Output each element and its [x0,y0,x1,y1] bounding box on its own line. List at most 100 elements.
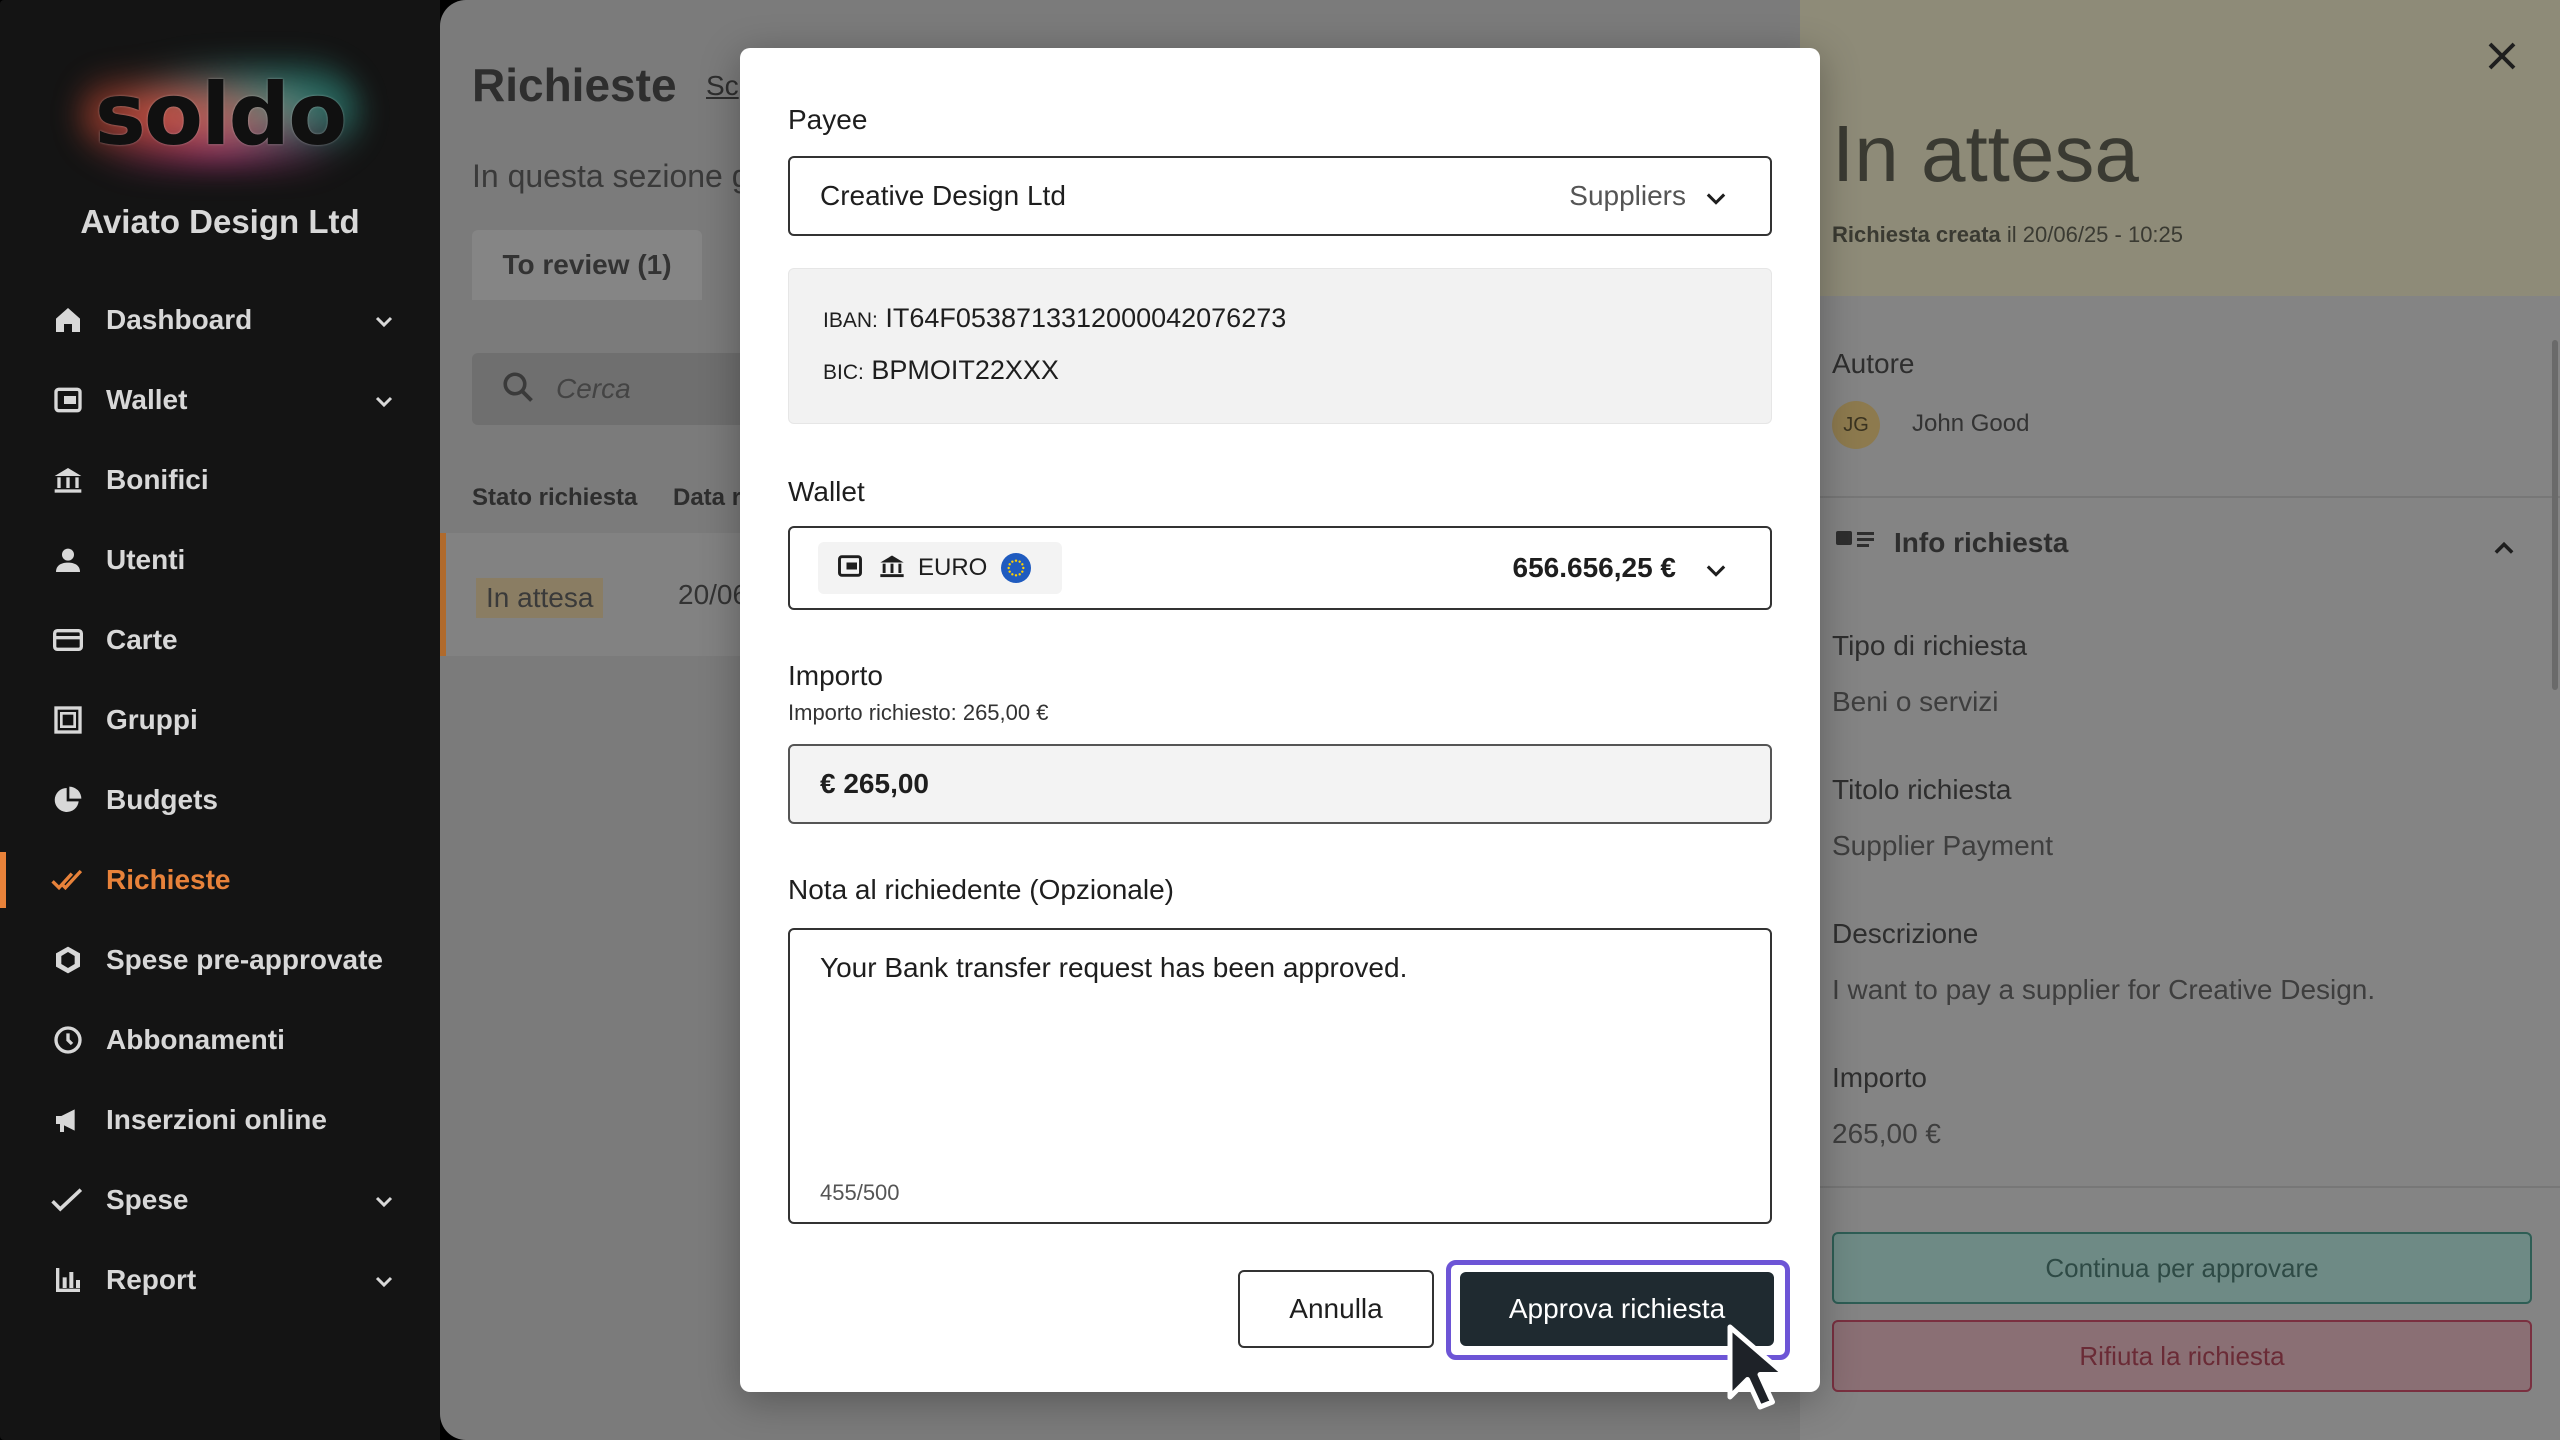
bic-value: BPMOIT22XXX [871,355,1059,385]
approve-modal: Payee Creative Design Ltd Suppliers IBAN… [740,48,1820,1392]
sidebar-item-dashboard[interactable]: Dashboard [0,280,440,360]
sidebar-item-label: Bonifici [106,464,209,495]
column-header-date[interactable]: Data r [673,484,741,512]
column-header-status[interactable]: Stato richiesta [472,484,637,512]
request-status-title: In attesa [1832,109,2139,198]
reject-button[interactable]: Rifiuta la richiesta [1832,1320,2532,1392]
wallet-chip: EURO [818,542,1062,594]
sidebar-item-label: Report [106,1264,197,1295]
field-label: Importo [1832,1062,1927,1093]
author-label: Autore [1832,348,1915,379]
bank-icon [878,552,906,585]
hexagon-icon [50,942,86,978]
search-placeholder: Cerca [556,373,631,404]
check-double-icon [50,862,86,898]
author-name: John Good [1912,410,2030,437]
sidebar-item-inserzioni-online[interactable]: Inserzioni online [0,1080,440,1160]
field-value: Beni o servizi [1832,686,1999,717]
sidebar-item-bonifici[interactable]: Bonifici [0,440,440,520]
bank-icon [50,462,86,498]
chevron-down-icon [372,1268,396,1300]
sidebar-item-gruppi[interactable]: Gruppi [0,680,440,760]
sidebar-item-spese-pre-approvate[interactable]: Spese pre-approvate [0,920,440,1000]
payee-select[interactable]: Creative Design Ltd Suppliers [788,156,1772,236]
field-label: Tipo di richiesta [1832,630,2028,661]
sidebar-item-label: Carte [106,624,178,655]
megaphone-icon [50,1102,86,1138]
wallet-label: Wallet [788,476,865,507]
payee-value: Creative Design Ltd [820,180,1066,211]
scrollbar[interactable] [2552,340,2558,690]
created-label: Richiesta creata [1832,222,2001,247]
note-textarea[interactable]: Your Bank transfer request has been appr… [788,928,1772,1224]
info-section-title: Info richiesta [1894,527,2069,558]
bar-chart-icon [50,1262,86,1298]
note-label: Nota al richiedente (Opzionale) [788,874,1174,905]
panel-header: In attesa Richiesta creata il 20/06/25 -… [1800,0,2560,296]
bank-details: IBAN: IT64F0538713312000042076273 BIC: B… [788,268,1772,424]
wallet-currency: EURO [918,554,988,581]
chevron-down-icon [1702,184,1730,219]
iban-line: IBAN: IT64F0538713312000042076273 [823,303,1286,334]
chevron-down-icon [372,1188,396,1220]
logo-text: soldo [94,65,347,165]
bic-line: BIC: BPMOIT22XXX [823,355,1059,386]
sidebar-item-label: Spese pre-approvate [106,944,383,975]
chevron-down-icon [372,388,396,420]
page-subtitle: In questa sezione g [472,158,750,194]
chevron-down-icon [1702,556,1730,589]
cancel-button[interactable]: Annulla [1238,1270,1434,1348]
sidebar-item-report[interactable]: Report [0,1240,440,1320]
amount-input[interactable]: € 265,00 [788,744,1772,824]
cards-icon [50,622,86,658]
sidebar-item-label: Abbonamenti [106,1024,285,1055]
wallet-icon [50,382,86,418]
sidebar-item-label: Spese [106,1184,189,1215]
sidebar-item-wallet[interactable]: Wallet [0,360,440,440]
sidebar-item-utenti[interactable]: Utenti [0,520,440,600]
pie-icon [50,782,86,818]
wallet-balance: 656.656,25 € [1512,552,1677,583]
clock-icon [50,1022,86,1058]
chevron-up-icon[interactable] [2490,535,2518,568]
request-detail-panel: In attesa Richiesta creata il 20/06/25 -… [1800,0,2560,1440]
continue-approve-button[interactable]: Continua per approvare [1832,1232,2532,1304]
search-icon [500,369,536,410]
soldo-logo[interactable]: soldo [60,50,380,180]
wallet-select[interactable]: EURO 656.656,25 € [788,526,1772,610]
sidebar-item-label: Dashboard [106,304,253,335]
check-icon [50,1182,86,1218]
created-info: Richiesta creata il 20/06/25 - 10:25 [1832,222,2183,248]
field-label: Descrizione [1832,918,1979,949]
sidebar-item-carte[interactable]: Carte [0,600,440,680]
created-value: il 20/06/25 - 10:25 [2006,222,2184,247]
payee-label: Payee [788,104,868,135]
info-section-header[interactable]: Info richiesta [1836,527,2068,559]
field-value: Supplier Payment [1832,830,2054,861]
divider [1818,1186,2560,1188]
page-title-link[interactable]: Sc [706,70,739,102]
avatar: JG [1832,401,1880,449]
bic-label: BIC: [823,361,864,384]
id-card-icon [1836,527,1876,559]
sidebar-item-abbonamenti[interactable]: Abbonamenti [0,1000,440,1080]
sidebar-item-richieste[interactable]: Richieste [0,840,440,920]
field-value: 265,00 € [1832,1118,1941,1149]
sidebar-item-budgets[interactable]: Budgets [0,760,440,840]
tab-to-review[interactable]: To review (1) [472,230,702,300]
close-icon[interactable] [2484,38,2520,79]
sidebar-item-label: Budgets [106,784,218,815]
sidebar-item-label: Utenti [106,544,186,575]
note-text: Your Bank transfer request has been appr… [820,952,1408,983]
groups-icon [50,702,86,738]
page-title: Richieste [472,59,677,111]
note-counter: 455/500 [820,1180,900,1205]
amount-requested: Importo richiesto: 265,00 € [788,700,1049,725]
sidebar: soldo Aviato Design Ltd Dashboard Wallet… [0,0,440,1440]
field-value: I want to pay a supplier for Creative De… [1832,974,2376,1005]
divider [1818,496,2560,498]
field-label: Titolo richiesta [1832,774,2012,805]
sidebar-item-label: Wallet [106,384,188,415]
sidebar-item-spese[interactable]: Spese [0,1160,440,1240]
iban-value: IT64F0538713312000042076273 [885,303,1287,333]
